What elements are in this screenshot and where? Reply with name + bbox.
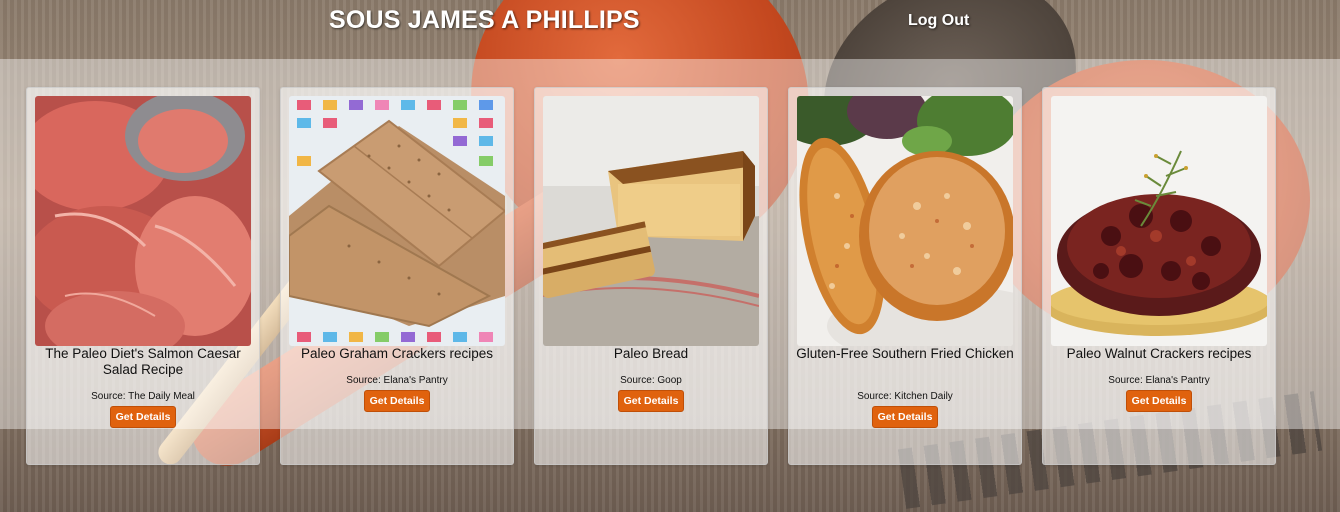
recipe-image-salmon[interactable] [35, 96, 251, 346]
recipe-image-graham-crackers[interactable] [289, 96, 505, 346]
brand-title: SOUS JAMES A PHILLIPS [329, 6, 640, 34]
recipe-title: Paleo Walnut Crackers recipes [1066, 346, 1252, 361]
get-details-button[interactable]: Get Details [109, 406, 177, 428]
recipe-source: Source: Kitchen Daily [857, 391, 953, 402]
recipe-title: Paleo Graham Crackers recipes [300, 346, 494, 361]
recipe-meta: Source: Elana's Pantry Get Details [1043, 374, 1275, 412]
recipe-card: Paleo Walnut Crackers recipes Source: El… [1042, 87, 1276, 465]
recipe-source: Source: Elana's Pantry [1108, 375, 1210, 386]
recipe-source: Source: Elana's Pantry [346, 375, 448, 386]
logout-link[interactable]: Log Out [908, 12, 969, 30]
recipe-meta: Source: Elana's Pantry Get Details [281, 374, 513, 412]
recipe-card: The Paleo Diet's Salmon Caesar Salad Rec… [26, 87, 260, 465]
get-details-button[interactable]: Get Details [363, 390, 431, 412]
recipe-title: Gluten-Free Southern Fried Chicken [796, 346, 1014, 361]
recipe-meta: Source: Kitchen Daily Get Details [789, 390, 1021, 428]
recipe-image-fried-chicken[interactable] [797, 96, 1013, 346]
recipe-card: Paleo Graham Crackers recipes Source: El… [280, 87, 514, 465]
recipe-source: Source: Goop [620, 375, 682, 386]
recipe-image-walnut-crackers[interactable] [1051, 96, 1267, 346]
recipe-title: Paleo Bread [613, 346, 689, 361]
recipe-meta: Source: Goop Get Details [535, 374, 767, 412]
recipe-title: The Paleo Diet's Salmon Caesar Salad Rec… [45, 346, 241, 377]
get-details-button[interactable]: Get Details [871, 406, 939, 428]
top-bar: SOUS JAMES A PHILLIPS Log Out [0, 0, 1340, 48]
recipe-card: Paleo Bread Source: Goop Get Details [534, 87, 768, 465]
recipe-source: Source: The Daily Meal [91, 391, 195, 402]
recipe-image-bread[interactable] [543, 96, 759, 346]
recipe-card: Gluten-Free Southern Fried Chicken Sourc… [788, 87, 1022, 465]
recipe-meta: Source: The Daily Meal Get Details [27, 390, 259, 428]
get-details-button[interactable]: Get Details [617, 390, 685, 412]
get-details-button[interactable]: Get Details [1125, 390, 1193, 412]
